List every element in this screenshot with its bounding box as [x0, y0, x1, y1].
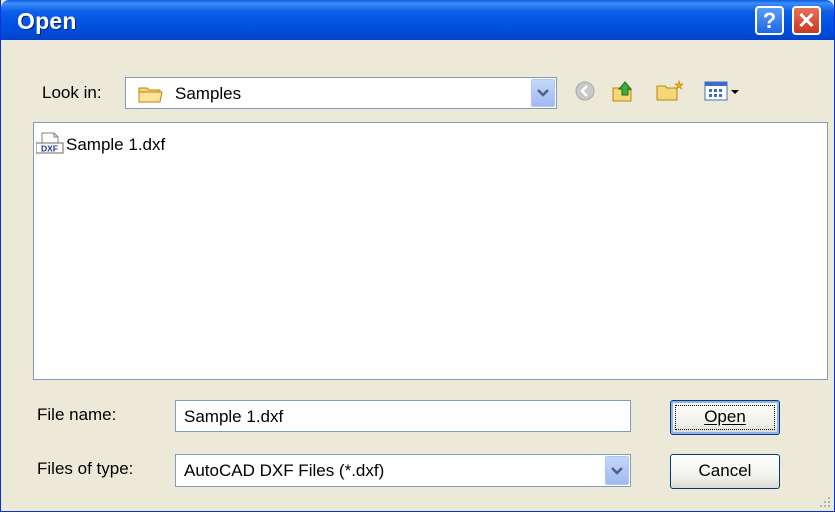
window-title: Open — [17, 8, 77, 34]
view-menu-icon — [703, 79, 749, 108]
help-button[interactable]: ? — [755, 6, 784, 35]
look-in-dropdown-button[interactable] — [531, 79, 555, 107]
chevron-down-icon — [537, 89, 549, 97]
file-name-label: File name: — [37, 405, 117, 424]
file-type-dropdown-button[interactable] — [605, 456, 629, 485]
file-item[interactable]: DXF Sample 1.dxf — [35, 132, 166, 159]
back-icon — [574, 80, 596, 107]
look-in-value: Samples — [175, 84, 242, 103]
look-in-combo[interactable]: Samples — [125, 77, 557, 109]
svg-text:DXF: DXF — [41, 143, 58, 153]
file-name-value: Sample 1.dxf — [184, 407, 284, 426]
look-in-label: Look in: — [42, 83, 102, 102]
close-button[interactable]: ✕ — [792, 6, 821, 35]
back-button[interactable] — [571, 78, 599, 108]
file-list[interactable]: DXF Sample 1.dxf — [33, 122, 828, 380]
title-bar[interactable]: Open ? ✕ — [1, 0, 834, 40]
folder-icon — [138, 84, 164, 109]
resize-grip-icon[interactable] — [817, 494, 831, 508]
file-type-label: Files of type: — [37, 459, 134, 478]
create-new-folder-button[interactable] — [653, 78, 687, 108]
open-button[interactable]: Open — [670, 400, 780, 435]
view-menu-button[interactable] — [701, 78, 751, 108]
cancel-button[interactable]: Cancel — [670, 454, 780, 489]
open-dialog: Open ? ✕ Look in: Samples DXF Sample 1.d… — [0, 0, 835, 512]
dxf-file-icon: DXF — [35, 132, 64, 159]
file-type-combo[interactable]: AutoCAD DXF Files (*.dxf) — [175, 454, 631, 487]
chevron-down-icon — [611, 466, 623, 475]
file-name-input[interactable]: Sample 1.dxf — [175, 400, 631, 432]
file-name-text: Sample 1.dxf — [66, 135, 166, 154]
file-type-value: AutoCAD DXF Files (*.dxf) — [184, 461, 385, 480]
new-folder-icon — [655, 79, 685, 108]
up-folder-icon — [611, 78, 637, 109]
up-one-level-button[interactable] — [609, 78, 639, 108]
